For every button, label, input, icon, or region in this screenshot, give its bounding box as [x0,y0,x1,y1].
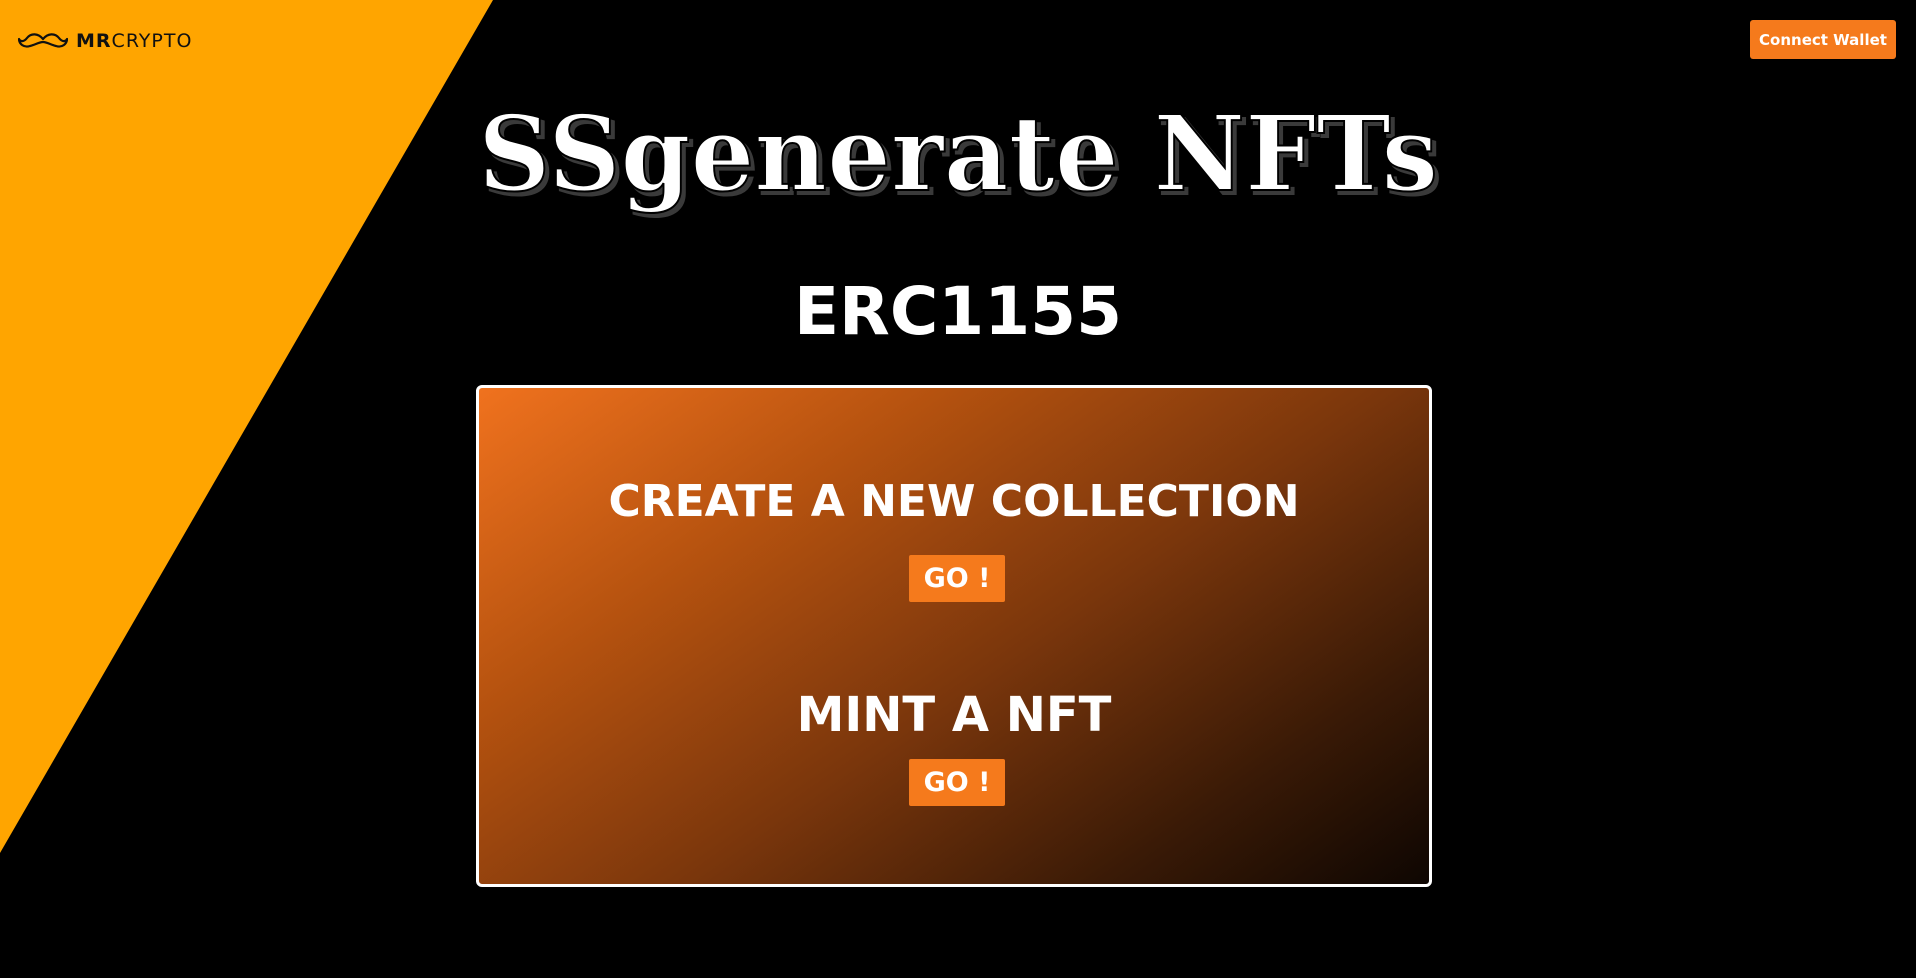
mint-nft-heading: MINT A NFT [796,687,1112,743]
page-title-text: SSgenerate NFTs [478,92,1438,215]
create-collection-heading: CREATE A NEW COLLECTION [608,476,1300,527]
actions-panel: CREATE A NEW COLLECTION GO ! MINT A NFT … [476,385,1432,887]
page-title: SSgenerate NFTs SSgenerate NFTs [477,91,1443,218]
mustache-icon [18,33,68,48]
brand-name-bold: MR [76,30,112,52]
brand-name: MRCRYPTO [76,28,192,54]
mint-nft-go-button[interactable]: GO ! [909,759,1005,806]
connect-wallet-button[interactable]: Connect Wallet [1750,20,1896,59]
brand-logo[interactable]: MRCRYPTO [18,28,192,54]
page: MRCRYPTO Connect Wallet SSgenerate NFTs … [0,0,1916,978]
token-standard-heading: ERC1155 [793,273,1123,350]
create-collection-go-button[interactable]: GO ! [909,555,1005,602]
brand-name-light: CRYPTO [111,30,193,52]
